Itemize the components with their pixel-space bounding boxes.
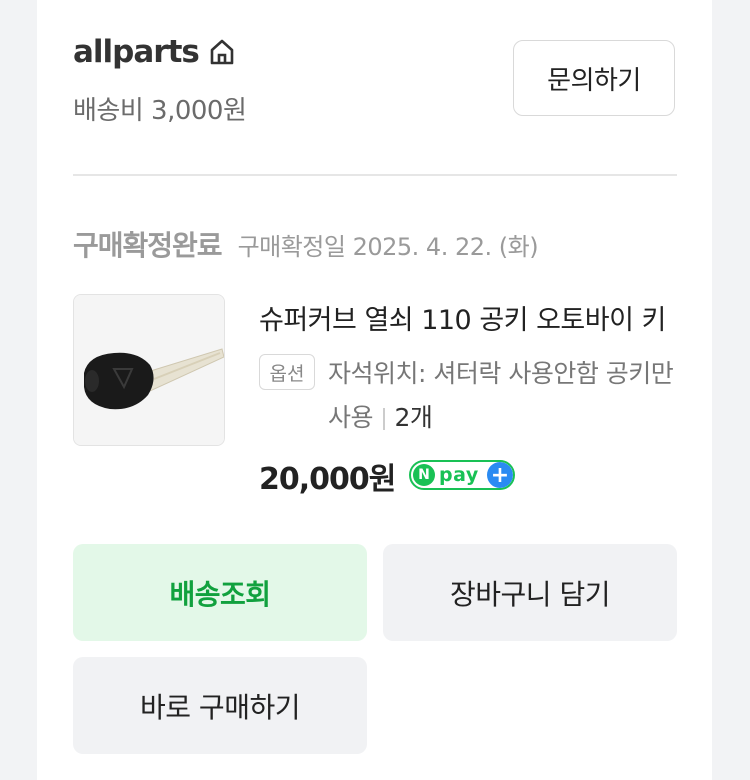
option-text: 자석위치: 셔터락 사용안함 공키만사용 xyxy=(328,359,674,432)
product-price: 20,000원 xyxy=(259,462,396,497)
product-thumbnail[interactable] xyxy=(73,294,225,446)
store-name[interactable]: allparts xyxy=(73,34,237,70)
npay-plus-badge: N pay + xyxy=(409,460,515,490)
option-badge: 옵션 xyxy=(259,354,315,390)
buy-now-button[interactable]: 바로 구매하기 xyxy=(73,657,367,754)
npay-n-icon: N xyxy=(413,464,435,486)
plus-icon: + xyxy=(487,462,513,488)
shipping-fee: 배송비 3,000원 xyxy=(73,96,247,126)
inquiry-button[interactable]: 문의하기 xyxy=(513,40,675,116)
store-name-label: allparts xyxy=(73,34,200,70)
add-to-cart-button[interactable]: 장바구니 담기 xyxy=(383,544,677,641)
quantity: 2개 xyxy=(394,403,433,432)
order-status-row: 구매확정완료 구매확정일 2025. 4. 22. (화) xyxy=(73,224,539,264)
separator xyxy=(383,408,385,430)
order-card: allparts 배송비 3,000원 문의하기 구매확정완료 구매확정일 20… xyxy=(37,0,712,780)
track-delivery-button[interactable]: 배송조회 xyxy=(73,544,367,641)
home-icon[interactable] xyxy=(207,37,237,67)
order-status: 구매확정완료 xyxy=(73,229,223,262)
npay-pay-text: pay xyxy=(439,464,479,486)
divider xyxy=(73,174,677,176)
option-details: 자석위치: 셔터락 사용안함 공키만사용 2개 xyxy=(328,352,678,440)
confirm-date: 구매확정일 2025. 4. 22. (화) xyxy=(237,233,539,261)
product-title[interactable]: 슈퍼커브 열쇠 110 공키 오토바이 키 xyxy=(259,298,679,337)
